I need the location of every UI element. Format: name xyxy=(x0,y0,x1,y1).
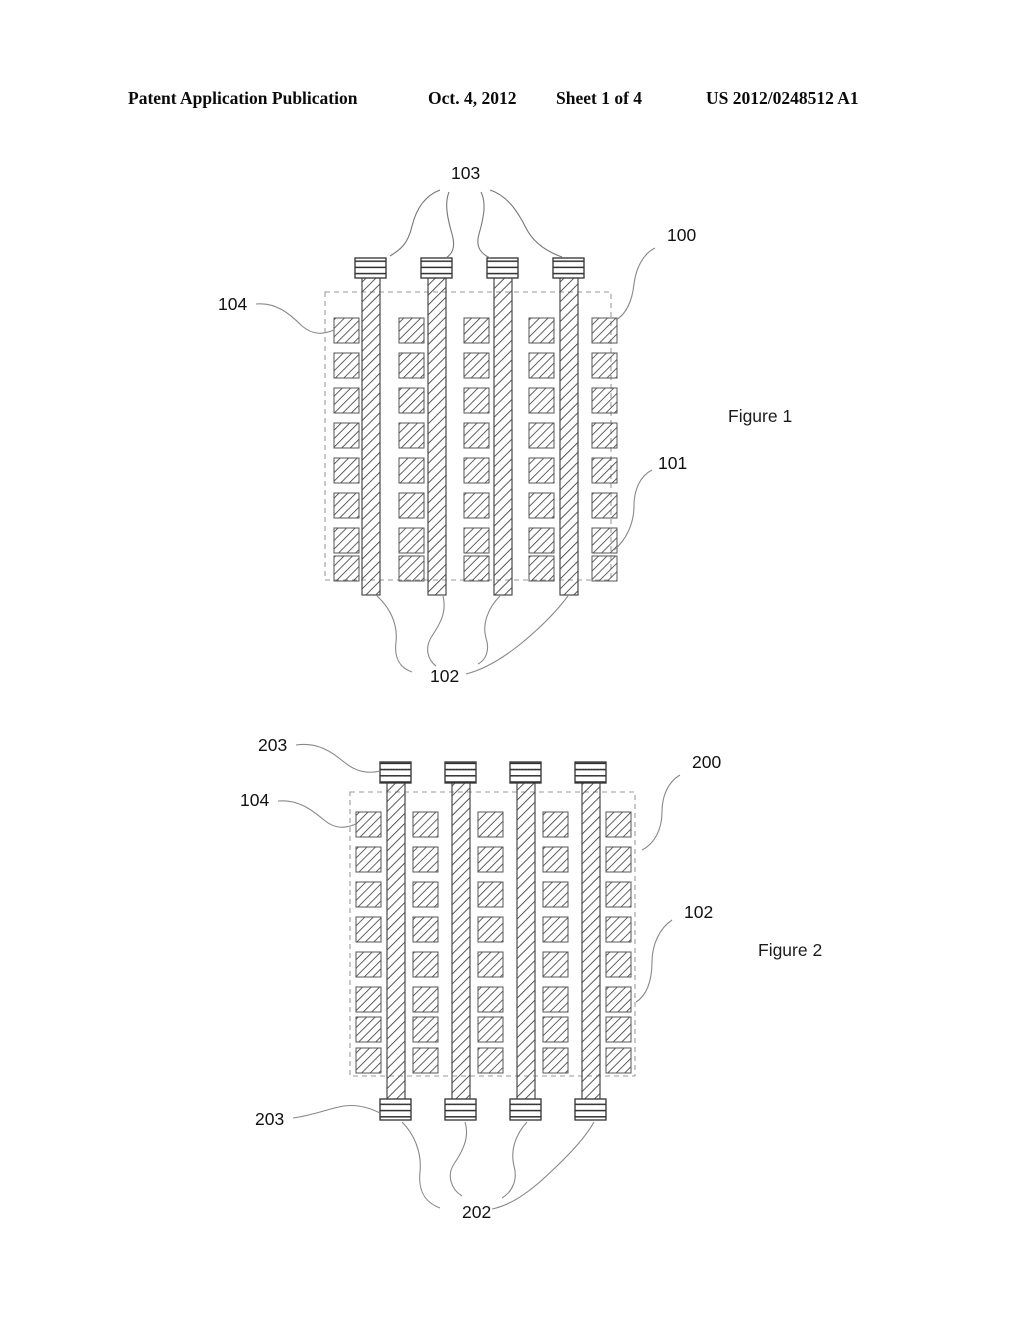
ref-label-104-fig2: 104 xyxy=(240,790,270,810)
fig1-pillar-cap xyxy=(552,257,585,279)
fig1-square-array xyxy=(333,317,618,582)
fig1-pillar-cap xyxy=(486,257,519,279)
fig2-pillar-cap-bottom xyxy=(509,1098,542,1121)
fig2-square-column xyxy=(412,811,439,1074)
fig2-pillar-cap-top xyxy=(444,761,477,784)
ref-label-203-top: 203 xyxy=(258,735,288,755)
fig2-leader-203-top xyxy=(295,743,381,773)
fig1-square-column xyxy=(333,317,360,582)
fig1-leader-103 xyxy=(389,189,563,259)
ref-label-104-fig1: 104 xyxy=(218,294,248,314)
fig1-leader-100 xyxy=(615,247,656,321)
header-sheet: Sheet 1 of 4 xyxy=(556,88,643,108)
figure-1-group xyxy=(255,189,656,675)
fig1-square-column xyxy=(591,317,618,582)
ref-label-203-bottom: 203 xyxy=(255,1109,285,1129)
patent-page: Patent Application Publication Oct. 4, 2… xyxy=(0,0,1024,1320)
fig2-pillar xyxy=(509,761,542,1121)
fig2-pillar xyxy=(444,761,477,1121)
ref-label-101: 101 xyxy=(658,453,688,473)
fig1-pillar xyxy=(420,257,453,596)
ref-label-102-fig1: 102 xyxy=(430,666,460,686)
fig2-pillar-cap-top xyxy=(574,761,607,784)
fig2-pillar-cap-bottom xyxy=(379,1098,412,1121)
fig2-square-column xyxy=(477,811,504,1074)
fig1-pillar-array xyxy=(354,257,585,596)
fig2-square-column xyxy=(355,811,382,1074)
ref-label-200: 200 xyxy=(692,752,722,772)
fig2-square-column xyxy=(605,811,632,1074)
ref-label-202: 202 xyxy=(462,1202,492,1222)
fig1-leader-104 xyxy=(255,303,335,334)
fig1-square-column xyxy=(528,317,555,582)
fig1-square-column xyxy=(398,317,425,582)
figure-2-group xyxy=(277,743,681,1210)
fig1-pillar xyxy=(552,257,585,596)
figure-1-caption: Figure 1 xyxy=(728,406,793,426)
header-title: Patent Application Publication xyxy=(128,88,358,108)
patent-drawing xyxy=(255,189,681,1210)
fig1-pillar xyxy=(486,257,519,596)
fig2-square-column xyxy=(542,811,569,1074)
fig2-leader-104 xyxy=(277,800,357,828)
fig2-leader-202 xyxy=(401,1121,595,1210)
fig2-pillar-cap-bottom xyxy=(444,1098,477,1121)
fig1-leader-101 xyxy=(613,469,653,551)
ref-label-102-fig2: 102 xyxy=(684,902,714,922)
fig2-pillar-cap-bottom xyxy=(574,1098,607,1121)
fig1-square-column xyxy=(463,317,490,582)
fig1-pillar-cap xyxy=(354,257,387,279)
fig2-pillar xyxy=(379,761,412,1121)
fig2-pillar-cap-top xyxy=(379,761,412,784)
fig2-leader-203-bottom xyxy=(292,1104,381,1119)
ref-label-100: 100 xyxy=(667,225,697,245)
header-publication-number: US 2012/0248512 A1 xyxy=(706,88,859,108)
figure-2-caption: Figure 2 xyxy=(758,940,823,960)
fig1-leader-102 xyxy=(376,595,569,675)
page-header: Patent Application Publication Oct. 4, 2… xyxy=(0,88,1024,114)
fig2-pillar-cap-top xyxy=(509,761,542,784)
fig2-dashed-boundary xyxy=(349,791,636,1077)
fig2-leader-200 xyxy=(641,774,681,851)
fig1-pillar-cap xyxy=(420,257,453,279)
header-date: Oct. 4, 2012 xyxy=(428,88,517,108)
fig2-leader-102 xyxy=(635,919,673,1003)
fig2-pillar-array xyxy=(379,761,607,1121)
fig1-dashed-boundary xyxy=(324,291,612,581)
fig2-square-array xyxy=(355,811,632,1074)
fig2-pillar xyxy=(574,761,607,1121)
fig1-pillar xyxy=(354,257,387,596)
ref-label-103: 103 xyxy=(451,163,481,183)
